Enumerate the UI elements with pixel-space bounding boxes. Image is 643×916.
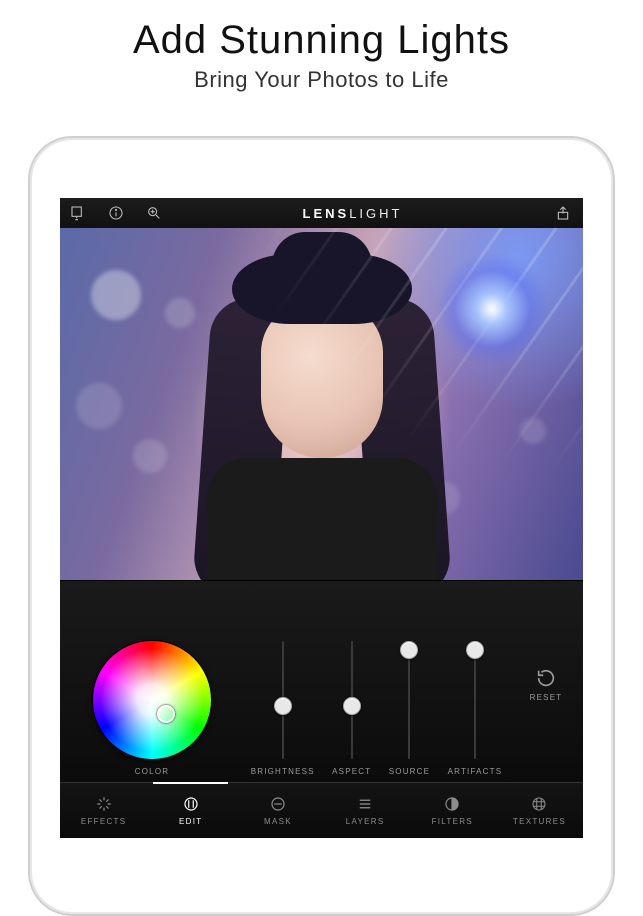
- bottom-tab-bar: EFFECTS EDIT MASK LAYERS: [60, 782, 583, 838]
- sparkle-icon: [95, 795, 113, 813]
- tab-layers[interactable]: LAYERS: [322, 783, 409, 838]
- lens-flare-effect: [432, 249, 552, 369]
- sliders-icon: [182, 795, 200, 813]
- tab-edit[interactable]: EDIT: [147, 783, 234, 838]
- tab-mask[interactable]: MASK: [234, 783, 321, 838]
- tab-layers-label: LAYERS: [346, 817, 385, 826]
- reset-button[interactable]: RESET: [521, 667, 571, 704]
- aspect-slider[interactable]: [351, 641, 353, 759]
- mask-icon: [269, 795, 287, 813]
- artifacts-slider[interactable]: [474, 641, 476, 759]
- zoom-icon[interactable]: [146, 205, 162, 221]
- color-wheel-cursor[interactable]: [157, 705, 175, 723]
- aspect-slider-thumb[interactable]: [343, 697, 361, 715]
- tab-effects-label: EFFECTS: [81, 817, 127, 826]
- aspect-label: ASPECT: [332, 767, 371, 776]
- top-bar: LENSLIGHT: [60, 198, 583, 228]
- tab-filters[interactable]: FILTERS: [409, 783, 496, 838]
- layers-icon: [356, 795, 374, 813]
- import-icon[interactable]: [70, 205, 86, 221]
- tab-textures[interactable]: TEXTURES: [496, 783, 583, 838]
- app-title-bold: LENS: [303, 206, 350, 221]
- reset-icon: [535, 667, 557, 689]
- promo-title: Add Stunning Lights: [0, 18, 643, 63]
- info-icon[interactable]: [108, 205, 124, 221]
- device-frame: LENSLIGHT: [28, 136, 615, 916]
- app-screen: LENSLIGHT: [60, 198, 583, 838]
- color-label: COLOR: [72, 767, 232, 776]
- promo-subtitle: Bring Your Photos to Life: [0, 67, 643, 93]
- grid-icon: [530, 795, 548, 813]
- artifacts-slider-thumb[interactable]: [466, 641, 484, 659]
- share-icon[interactable]: [555, 205, 571, 221]
- source-label: SOURCE: [389, 767, 430, 776]
- app-title-light: LIGHT: [349, 206, 402, 221]
- source-slider-thumb[interactable]: [400, 641, 418, 659]
- brightness-slider-thumb[interactable]: [274, 697, 292, 715]
- tab-mask-label: MASK: [264, 817, 292, 826]
- brightness-slider[interactable]: [282, 641, 284, 759]
- edit-panel: COLOR BRIGHTNESS: [60, 580, 583, 838]
- image-canvas[interactable]: [60, 228, 583, 580]
- tab-textures-label: TEXTURES: [513, 817, 566, 826]
- color-wheel[interactable]: [93, 641, 211, 759]
- reset-label: RESET: [521, 693, 571, 702]
- artifacts-label: ARTIFACTS: [448, 767, 503, 776]
- tab-effects[interactable]: EFFECTS: [60, 783, 147, 838]
- app-title: LENSLIGHT: [162, 206, 543, 221]
- source-slider[interactable]: [408, 641, 410, 759]
- contrast-icon: [443, 795, 461, 813]
- tab-filters-label: FILTERS: [432, 817, 473, 826]
- brightness-label: BRIGHTNESS: [251, 767, 315, 776]
- tab-edit-label: EDIT: [179, 817, 202, 826]
